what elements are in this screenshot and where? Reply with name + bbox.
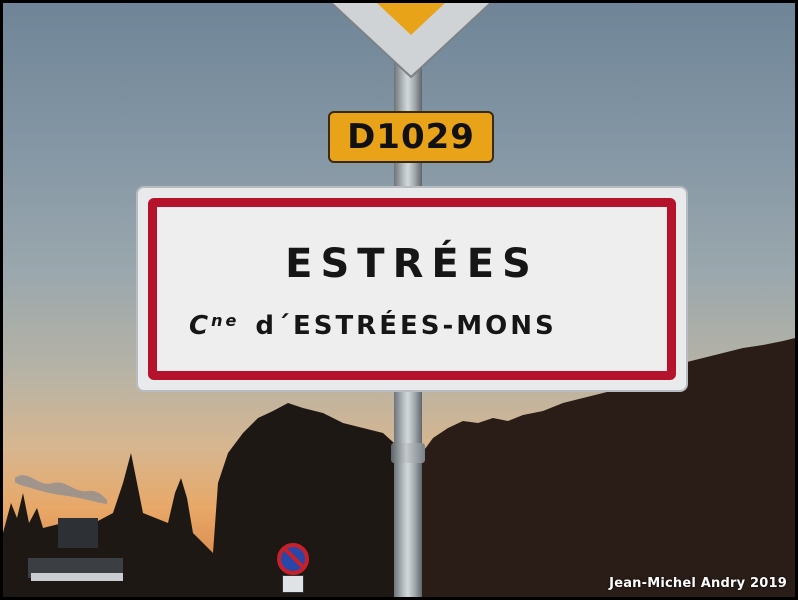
photo-frame: D1029 ESTRÉES Cne d´ESTRÉES-MONS Jean-Mic… bbox=[0, 0, 798, 600]
photo-scene: D1029 ESTRÉES Cne d´ESTRÉES-MONS Jean-Mic… bbox=[3, 3, 795, 597]
photographer-watermark: Jean-Michel Andry 2019 bbox=[609, 576, 787, 591]
commune-name: d´ESTRÉES-MONS bbox=[255, 311, 557, 341]
town-name: ESTRÉES bbox=[285, 241, 539, 287]
commune-prefix-sup: ne bbox=[211, 311, 240, 330]
route-number-plate: D1029 bbox=[328, 111, 494, 163]
small-road-sign bbox=[282, 575, 304, 593]
town-entry-sign: ESTRÉES Cne d´ESTRÉES-MONS bbox=[136, 186, 688, 392]
town-sign-red-border: ESTRÉES Cne d´ESTRÉES-MONS bbox=[148, 198, 676, 380]
commune-line: Cne d´ESTRÉES-MONS bbox=[189, 311, 643, 341]
pole-clamp bbox=[391, 443, 425, 463]
no-parking-sign bbox=[277, 543, 309, 575]
commune-prefix: C bbox=[189, 311, 212, 341]
yield-sign bbox=[329, 3, 493, 79]
